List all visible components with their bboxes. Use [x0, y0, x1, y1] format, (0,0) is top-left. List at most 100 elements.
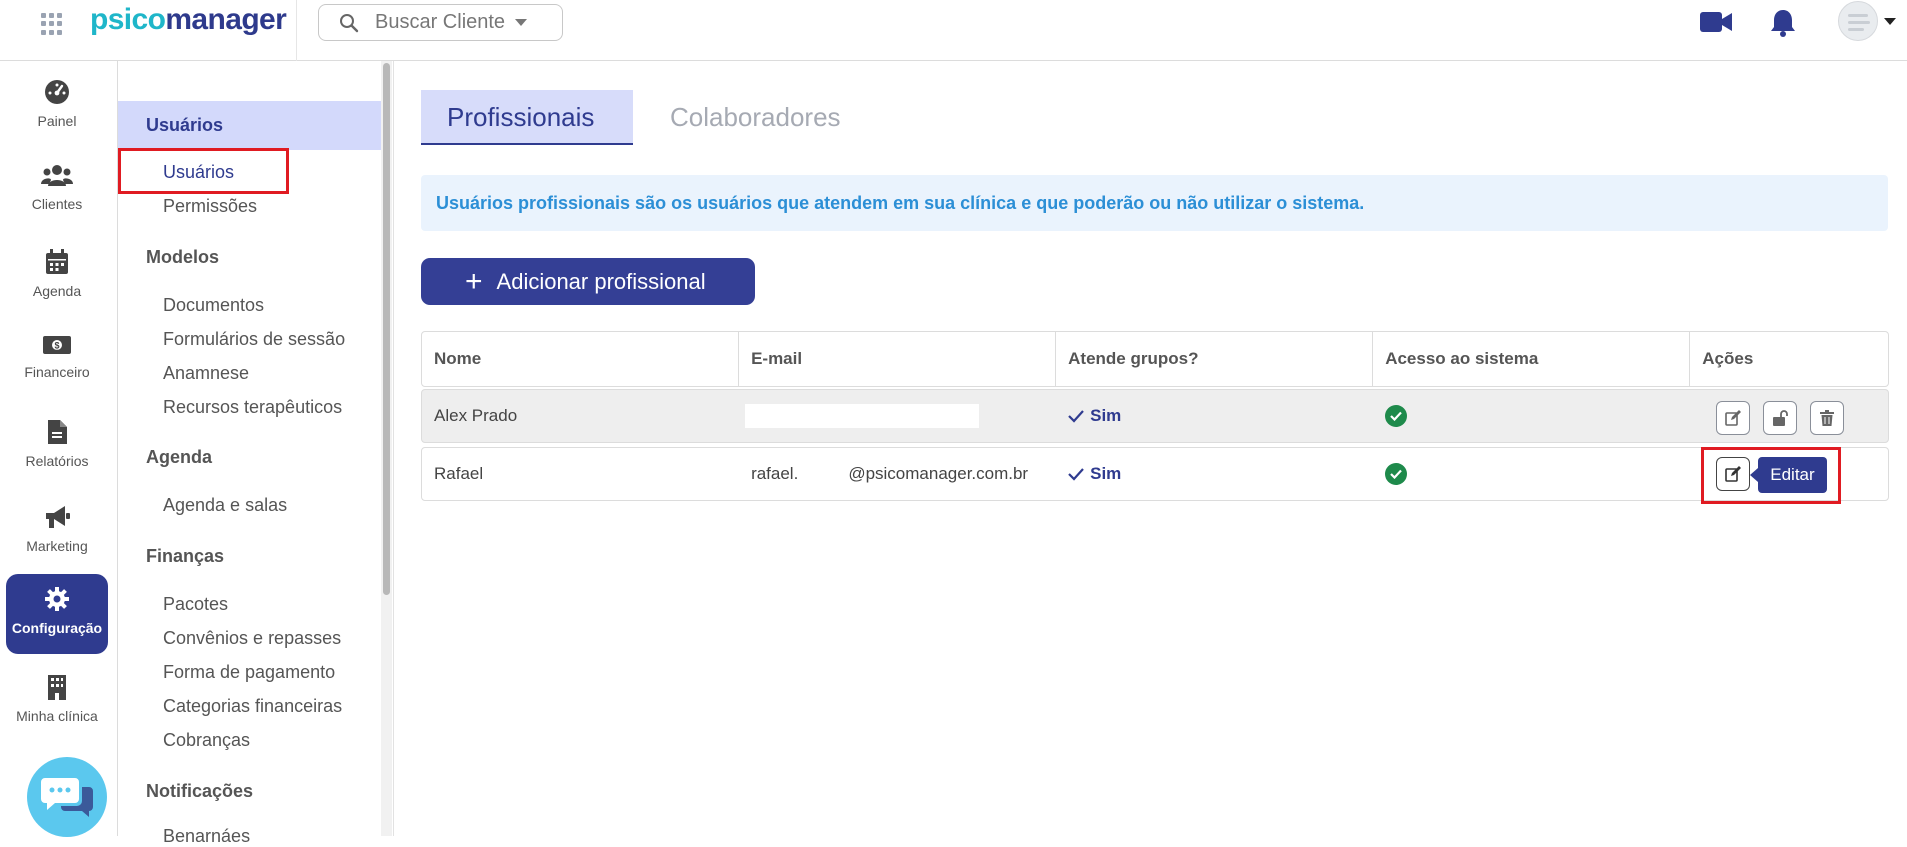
- col-header-nome: Nome: [422, 332, 740, 386]
- plus-icon: +: [465, 264, 483, 298]
- submenu-item-categorias-financeiras[interactable]: Categorias financeiras: [163, 696, 342, 717]
- groups-text: Sim: [1090, 464, 1122, 483]
- chat-support-button[interactable]: [27, 757, 107, 837]
- submenu-item-documentos[interactable]: Documentos: [163, 295, 264, 316]
- nav-label: Financeiro: [24, 364, 90, 380]
- submenu-item-formularios-sessao[interactable]: Formulários de sessão: [163, 329, 345, 350]
- nav-label: Configuração: [11, 620, 103, 636]
- submenu-item-anamnese[interactable]: Anamnese: [163, 363, 249, 384]
- cell-email: [739, 390, 1056, 442]
- submenu-item-permissoes[interactable]: Permissões: [163, 196, 257, 217]
- nav-label: Marketing: [26, 538, 88, 554]
- bell-icon[interactable]: [1769, 8, 1797, 38]
- cell-access: [1373, 448, 1690, 500]
- email-user: rafael.: [751, 464, 799, 483]
- submenu-item-recursos-terapeuticos[interactable]: Recursos terapêuticos: [163, 397, 342, 418]
- apps-grid-icon[interactable]: [40, 12, 64, 36]
- megaphone-icon: [46, 506, 70, 528]
- delete-button[interactable]: [1810, 401, 1845, 435]
- avatar-chevron-down-icon[interactable]: [1884, 18, 1896, 25]
- nav-label: Painel: [37, 113, 77, 129]
- nav-label: Clientes: [31, 196, 83, 212]
- search-placeholder: Buscar Cliente: [375, 11, 506, 33]
- submenu-item-cut-off[interactable]: Benarnáes: [163, 826, 250, 847]
- cell-actions: Editar: [1690, 447, 1888, 504]
- topbar-divider: [296, 0, 297, 61]
- cell-actions: [1690, 390, 1888, 442]
- col-header-atende-grupos: Atende grupos?: [1056, 332, 1374, 386]
- groups-value: Sim: [1068, 464, 1121, 484]
- submenu-section-usuarios[interactable]: Usuários: [118, 101, 382, 150]
- money-icon: $: [43, 336, 71, 354]
- cell-access: [1373, 390, 1690, 442]
- col-header-acesso: Acesso ao sistema: [1373, 332, 1691, 386]
- nav-label: Relatórios: [25, 453, 89, 469]
- checkmark-icon: [1068, 468, 1084, 481]
- users-icon: [41, 165, 73, 186]
- tab-colaboradores[interactable]: Colaboradores: [644, 90, 867, 145]
- nav-item-agenda[interactable]: Agenda: [6, 237, 108, 317]
- cell-groups: Sim: [1056, 390, 1373, 442]
- col-header-acoes: Ações: [1702, 349, 1754, 368]
- submenu-section-financas: Finanças: [146, 546, 225, 566]
- add-professional-button[interactable]: + Adicionar profissional: [421, 258, 755, 305]
- nav-item-minha-clinica[interactable]: Minha clínica: [6, 662, 108, 742]
- trash-icon: [1820, 410, 1835, 426]
- table-row: Alex Prado Sim: [421, 389, 1889, 443]
- nav-item-marketing[interactable]: Marketing: [6, 492, 108, 572]
- user-avatar[interactable]: [1838, 1, 1878, 41]
- table-header: Nome E-mail Atende grupos? Acesso ao sis…: [421, 331, 1889, 387]
- cell-email: rafael. @psicomanager.com.br: [739, 448, 1056, 500]
- edit-icon: [1725, 410, 1742, 426]
- nav-item-relatorios[interactable]: Relatórios: [6, 407, 108, 487]
- dashboard-gauge-icon: [45, 80, 69, 104]
- top-bar: psicomanager Buscar Cliente: [0, 0, 1907, 61]
- access-check-icon: [1385, 405, 1408, 427]
- nav-item-financeiro[interactable]: $ Financeiro: [6, 322, 108, 402]
- col-header-email: E-mail: [739, 332, 1057, 386]
- cell-name: Alex Prado: [434, 406, 518, 425]
- nav-item-clientes[interactable]: Clientes: [6, 152, 108, 232]
- checkmark-icon: [1068, 410, 1084, 423]
- document-icon: [48, 420, 67, 444]
- highlight-edit: [1701, 447, 1842, 504]
- info-banner: Usuários profissionais são os usuários q…: [421, 175, 1888, 231]
- nav-label: Agenda: [32, 283, 82, 299]
- submenu-item-forma-pagamento[interactable]: Forma de pagamento: [163, 662, 335, 683]
- client-search-dropdown[interactable]: Buscar Cliente: [318, 4, 563, 41]
- gear-icon: [45, 587, 69, 611]
- submenu-item-pacotes[interactable]: Pacotes: [163, 594, 228, 615]
- search-icon: [340, 13, 359, 32]
- nav-label: Minha clínica: [16, 708, 98, 724]
- cell-name: Rafael: [434, 464, 484, 483]
- submenu-item-agenda-salas[interactable]: Agenda e salas: [163, 495, 287, 516]
- video-camera-icon[interactable]: [1699, 10, 1733, 34]
- nav-item-configuracao[interactable]: Configuração: [6, 574, 108, 654]
- professionals-table: Nome E-mail Atende grupos? Acesso ao sis…: [421, 331, 1889, 504]
- groups-value: Sim: [1068, 406, 1121, 426]
- add-professional-label: Adicionar profissional: [496, 268, 706, 294]
- app-logo[interactable]: psicomanager: [90, 3, 287, 37]
- access-lock-button[interactable]: [1763, 401, 1798, 435]
- access-check-icon: [1385, 463, 1408, 485]
- building-icon: [48, 675, 66, 700]
- tab-profissionais[interactable]: Profissionais: [421, 90, 633, 145]
- submenu-scrollbar-thumb[interactable]: [383, 63, 390, 595]
- submenu-item-cobrancas[interactable]: Cobranças: [163, 730, 250, 751]
- edit-button[interactable]: [1716, 401, 1751, 435]
- submenu-item-convenios[interactable]: Convênios e repasses: [163, 628, 341, 649]
- chat-bubbles-icon: [41, 778, 93, 817]
- highlight-usuarios: [118, 148, 289, 194]
- submenu-section-modelos: Modelos: [146, 247, 220, 267]
- settings-submenu: Usuários Usuários Permissões Modelos Doc…: [118, 61, 394, 846]
- main-nav-rail: Painel Clientes Agenda $ Financeiro Rela…: [0, 61, 118, 837]
- chevron-down-icon: [515, 19, 528, 26]
- redacted-email: [745, 404, 980, 428]
- svg-text:$: $: [54, 341, 59, 351]
- groups-text: Sim: [1090, 406, 1122, 425]
- unlock-icon: [1773, 410, 1789, 426]
- nav-item-painel[interactable]: Painel: [6, 67, 108, 147]
- submenu-section-notificacoes: Notificações: [146, 781, 254, 801]
- cell-groups: Sim: [1056, 448, 1373, 500]
- table-row: Rafael rafael. @psicomanager.com.br Sim …: [421, 447, 1889, 504]
